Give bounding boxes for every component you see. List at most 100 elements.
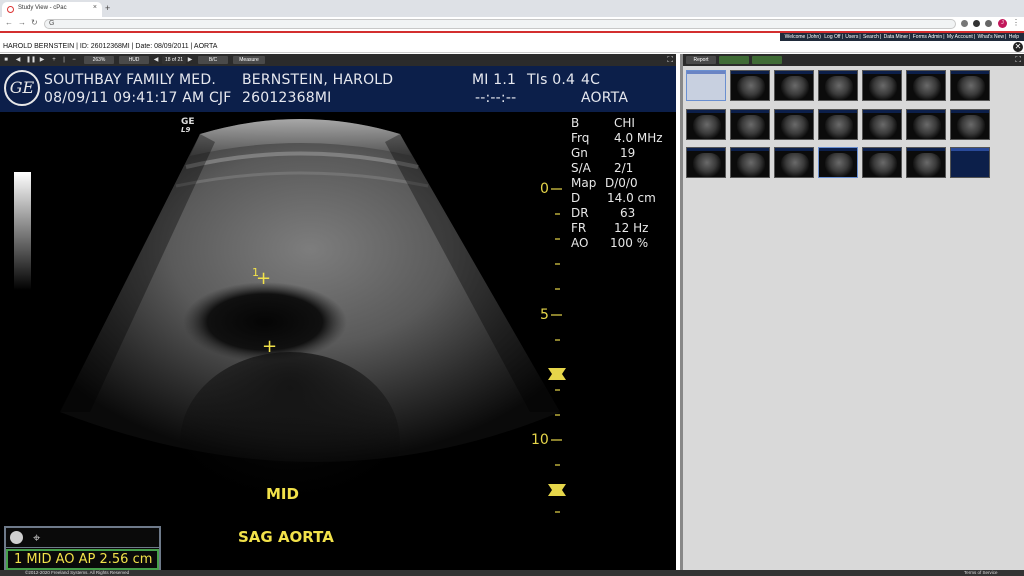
stop-icon[interactable]: ■ [2, 56, 10, 64]
annotation-sag-aorta: SAG AORTA [238, 528, 334, 546]
cursor-icon[interactable]: ⌖ [33, 530, 40, 546]
thumbnail[interactable] [774, 109, 814, 140]
user-bar: Welcome (John) Log Off| Users| Search| D… [0, 33, 1024, 41]
measure-button[interactable]: Measure [233, 56, 265, 64]
ge-logo: GE [4, 70, 40, 106]
thumbnail[interactable] [818, 70, 858, 101]
measurement-dot-icon[interactable] [10, 531, 23, 544]
thumbnail-panel: Report ⛶ [680, 54, 1024, 570]
thumbnail[interactable] [686, 109, 726, 140]
zoom-level-button[interactable]: 263% [84, 56, 114, 64]
profile-avatar[interactable]: J [998, 19, 1007, 28]
link-data-miner[interactable]: Data Miner [884, 34, 908, 40]
thumb-header [731, 110, 769, 113]
param-value: 14.0 cm [607, 191, 656, 205]
thumbnail[interactable] [818, 109, 858, 140]
zoom-out-icon[interactable]: − [70, 56, 78, 64]
link-whats-new[interactable]: What's New [977, 34, 1004, 40]
prev-frame-icon[interactable]: ◀ [14, 56, 22, 64]
green-button-1[interactable] [719, 56, 749, 64]
param-label: Gn [571, 146, 588, 160]
browser-tab[interactable]: Study View - cPac × [2, 2, 102, 17]
thumbnail[interactable] [906, 109, 946, 140]
thumb-header [863, 71, 901, 74]
github-icon[interactable] [973, 20, 980, 27]
thumbnail[interactable] [906, 70, 946, 101]
frame-prev-icon[interactable]: ◀ [152, 56, 160, 64]
zoom-in-icon[interactable]: + [50, 56, 58, 64]
forward-icon[interactable]: → [18, 18, 26, 27]
puzzle-icon[interactable] [985, 20, 992, 27]
address-input[interactable] [59, 20, 939, 28]
thumbnail[interactable] [862, 147, 902, 178]
link-help[interactable]: Help [1009, 34, 1019, 40]
depth-label-10: 10 [531, 432, 549, 448]
thumb-header [687, 148, 725, 151]
thumb-header [731, 148, 769, 151]
thumb-fan [693, 153, 721, 177]
patient-id: 26012368MI [242, 90, 332, 106]
param-value: 19 [620, 146, 636, 160]
panel-fullscreen-icon[interactable]: ⛶ [1015, 55, 1021, 65]
hud-button[interactable]: HUD [119, 56, 149, 64]
next-frame-icon[interactable]: ▶ [38, 56, 46, 64]
exam-type: AORTA [581, 90, 629, 106]
thumbnail[interactable] [906, 147, 946, 178]
thumbnail[interactable] [950, 109, 990, 140]
thumbnail[interactable] [686, 147, 726, 178]
frame-next-icon[interactable]: ▶ [186, 56, 194, 64]
tab-close-icon[interactable]: × [93, 4, 97, 11]
thumbnail[interactable] [862, 70, 902, 101]
institution-name: SOUTHBAY FAMILY MED. [44, 72, 216, 88]
image-viewer: ■ ◀ ❚❚ ▶ + | − 263% HUD ◀ 18 of 21 ▶ B/C… [0, 54, 676, 572]
thumbnail[interactable] [730, 147, 770, 178]
thumbnail[interactable] [774, 147, 814, 178]
thumbnail-report[interactable] [686, 70, 726, 101]
pause-icon[interactable]: ❚❚ [26, 56, 36, 64]
link-log-off[interactable]: Log Off [824, 34, 840, 40]
browser-tab-strip: Study View - cPac × + [0, 0, 1024, 17]
google-icon: G [49, 20, 55, 27]
thumbnail-worksheet[interactable] [950, 147, 990, 178]
back-icon[interactable]: ← [5, 18, 13, 27]
thumb-fan [781, 153, 809, 177]
link-users[interactable]: Users [845, 34, 858, 40]
param-label: S/A [571, 161, 591, 175]
link-my-account[interactable]: My Account [947, 34, 973, 40]
link-search[interactable]: Search [863, 34, 879, 40]
browser-nav-bar: ← → ↻ G J ⋮ [0, 17, 1024, 31]
caliper-cross-bottom[interactable]: + [262, 338, 277, 356]
measurement-toolbar: ⌖ [6, 528, 159, 548]
thumb-header [951, 148, 989, 151]
fullscreen-icon[interactable]: ⛶ [667, 55, 673, 65]
thumbnail[interactable] [774, 70, 814, 101]
probe-badge: GE L9 [181, 118, 195, 135]
close-study-icon[interactable]: ✕ [1013, 42, 1023, 52]
terms-link[interactable]: Terms of Service [964, 570, 998, 576]
thumb-header [731, 71, 769, 74]
thumbnail[interactable] [730, 109, 770, 140]
caliper-cross-top[interactable]: + [256, 270, 271, 288]
param-label: Map [571, 176, 597, 190]
thumb-fan [781, 76, 809, 100]
extension-icon[interactable] [961, 20, 968, 27]
thumb-fan [913, 153, 941, 177]
bc-button[interactable]: B/C [198, 56, 228, 64]
green-button-2[interactable] [752, 56, 782, 64]
thumb-fan [737, 115, 765, 139]
mi-index: MI 1.1 [472, 72, 517, 88]
reload-icon[interactable]: ↻ [31, 18, 38, 27]
new-tab-icon[interactable]: + [105, 3, 110, 13]
patient-info-bar: HAROLD BERNSTEIN | ID: 26012368MI | Date… [0, 41, 1024, 53]
divider-icon: | [63, 57, 65, 63]
report-button[interactable]: Report [686, 56, 716, 64]
browser-menu-icon[interactable]: ⋮ [1012, 18, 1020, 27]
address-bar[interactable]: G [44, 19, 956, 29]
thumbnail-current[interactable] [818, 147, 858, 178]
link-forms-admin[interactable]: Forms Admin [913, 34, 942, 40]
thumb-fan [869, 153, 897, 177]
thumbnail[interactable] [950, 70, 990, 101]
thumbnail[interactable] [730, 70, 770, 101]
focal-zone-marker [548, 368, 566, 496]
thumbnail[interactable] [862, 109, 902, 140]
